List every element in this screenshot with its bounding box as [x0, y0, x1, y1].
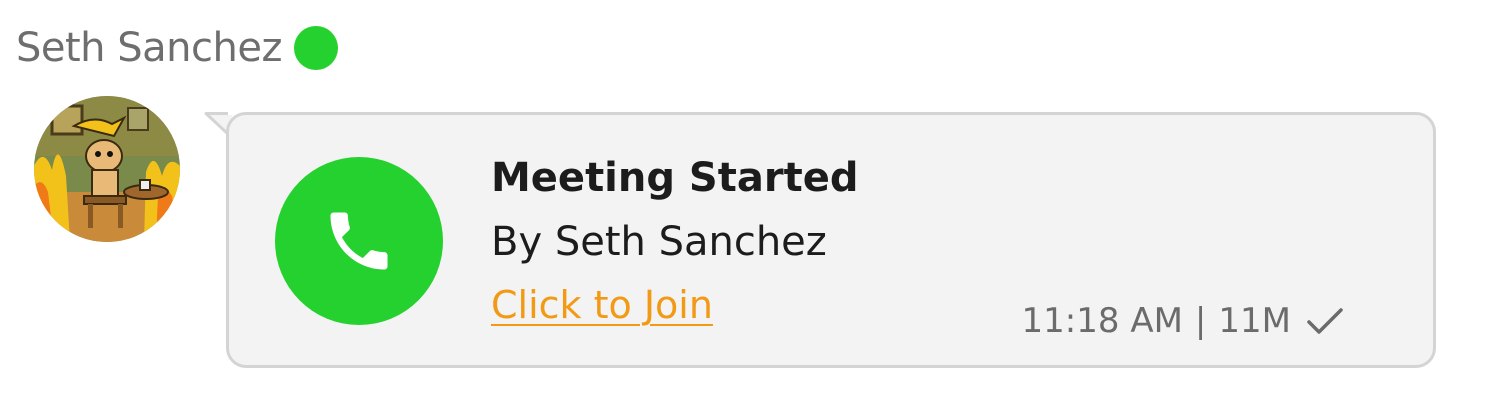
sender-name[interactable]: Seth Sanchez	[16, 25, 282, 71]
message-subtitle: By Seth Sanchez	[491, 219, 827, 265]
call-icon-circle	[275, 157, 443, 325]
avatar-illustration	[34, 96, 180, 242]
meta-separator: |	[1194, 301, 1207, 341]
phone-icon	[330, 212, 388, 270]
online-status-icon	[293, 26, 338, 70]
avatar[interactable]	[34, 96, 180, 242]
checkmark-icon	[1305, 306, 1345, 336]
message-meta: 11:18 AM | 11M	[1022, 301, 1345, 341]
message-title: Meeting Started	[491, 155, 859, 201]
join-meeting-link[interactable]: Click to Join	[491, 283, 713, 327]
chat-message-group: Seth Sanchez Meeting Started By Seth San…	[0, 0, 1494, 418]
meeting-message-card: Meeting Started By Seth Sanchez Click to…	[226, 112, 1436, 368]
sender-header: Seth Sanchez	[16, 22, 338, 74]
message-time: 11:18 AM	[1021, 301, 1183, 341]
message-size: 11M	[1218, 301, 1291, 341]
